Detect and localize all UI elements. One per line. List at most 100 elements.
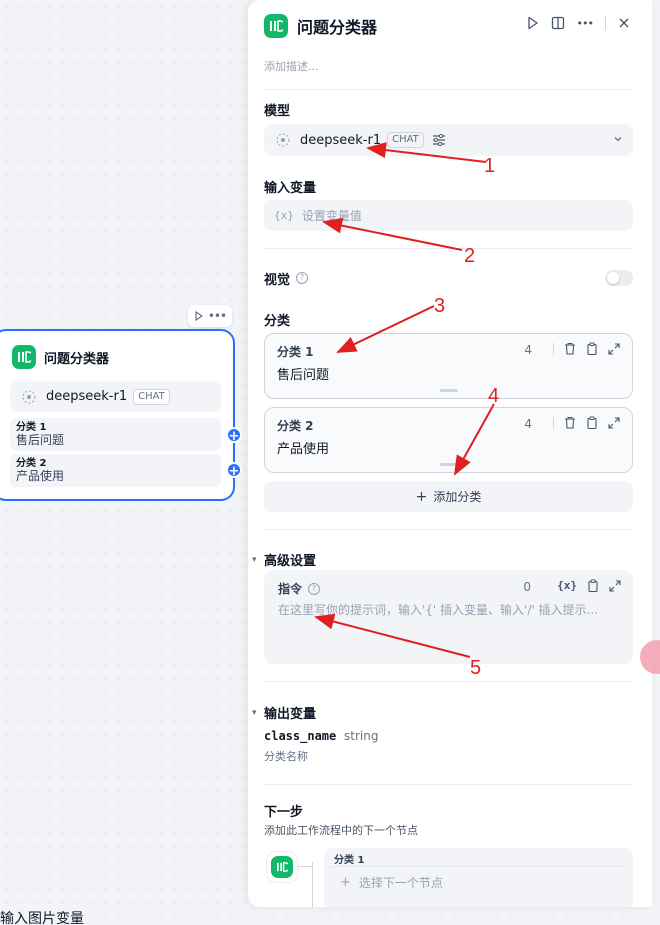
node-class-value: 产品使用 [16, 469, 65, 483]
instruction-placeholder: 在这里写你的提示词，输入'{' 插入变量、输入'/' 插入提示... [278, 603, 598, 617]
next-step-branch: 分类 1 + 选择下一个节点 [324, 848, 633, 907]
plus-icon: + [340, 875, 351, 890]
help-icon[interactable]: ? [296, 272, 309, 284]
node-settings-panel: 问题分类器 ••• 添加描述... 模型 deepseek-r1 CHAT 输入… [248, 0, 652, 907]
node-class-item: 分类 1 售后问题 [10, 418, 221, 451]
advanced-settings-label: 高级设置 [264, 554, 317, 569]
trash-icon[interactable] [564, 416, 576, 429]
select-next-node-button[interactable]: + 选择下一个节点 [326, 866, 630, 898]
instruction-label: 指令 [278, 582, 303, 596]
add-branch-handle-1[interactable]: + [226, 427, 242, 444]
expand-icon[interactable] [608, 416, 620, 429]
input-variable-field[interactable]: {x} 设置变量值 [264, 200, 633, 231]
more-icon[interactable]: ••• [577, 17, 594, 30]
class-value[interactable]: 产品使用 [277, 438, 329, 457]
output-variables-label: 输出变量 [264, 707, 317, 722]
tool-divider [553, 342, 554, 355]
trash-icon[interactable] [564, 342, 576, 355]
model-section-label: 模型 [264, 104, 291, 119]
copy-icon[interactable] [586, 416, 598, 429]
split-view-icon[interactable] [551, 16, 565, 30]
canvas-bottom-label: 输入图片变量 [0, 911, 84, 925]
run-icon[interactable] [527, 16, 539, 30]
close-icon[interactable] [618, 17, 630, 29]
node-class-value: 售后问题 [16, 433, 65, 447]
node-model-name: deepseek-r1 [46, 389, 128, 404]
divider [264, 681, 633, 682]
panel-actions: ••• [527, 16, 630, 30]
node-model-chip: deepseek-r1 CHAT [10, 381, 221, 412]
divider [264, 89, 633, 90]
add-branch-handle-2[interactable]: + [226, 462, 242, 479]
tool-divider [553, 416, 554, 429]
resize-handle[interactable] [440, 389, 458, 392]
next-step-title: 下一步 [264, 805, 304, 820]
add-class-label: 添加分类 [433, 490, 482, 504]
model-icon [276, 133, 290, 147]
vision-row: 视觉 ? [264, 269, 633, 288]
output-variable-name: class_name [264, 729, 337, 743]
next-step-desc: 添加此工作流程中的下一个节点 [264, 824, 418, 837]
model-params-icon[interactable] [432, 134, 446, 146]
node-header: 问题分类器 [0, 331, 233, 369]
vision-toggle[interactable] [605, 270, 633, 286]
node-class-item: 分类 2 产品使用 [10, 454, 221, 487]
question-classifier-node[interactable]: 问题分类器 deepseek-r1 CHAT 分类 1 售后问题 分类 2 产品… [0, 329, 235, 501]
classes-label: 分类 [264, 314, 291, 329]
classifier-icon [264, 14, 288, 38]
model-name: deepseek-r1 [300, 132, 382, 148]
vision-label: 视觉 [264, 272, 291, 288]
classifier-icon [271, 856, 293, 878]
node-title: 问题分类器 [44, 351, 110, 367]
expand-icon[interactable] [609, 579, 621, 592]
chevron-down-icon: ▾ [252, 707, 257, 718]
output-variable-type: string [344, 729, 379, 743]
class-char-count: 4 [524, 417, 532, 431]
instruction-char-count: 0 [523, 580, 531, 594]
plus-icon: + [415, 488, 428, 505]
more-icon[interactable]: ••• [208, 309, 227, 323]
panel-title[interactable]: 问题分类器 [297, 14, 377, 38]
advanced-settings-toggle[interactable]: ▾ 高级设置 [252, 550, 316, 569]
insert-variable-icon[interactable]: {x} [557, 579, 577, 592]
description-input[interactable]: 添加描述... [264, 58, 319, 74]
add-class-button[interactable]: + 添加分类 [264, 481, 633, 512]
classifier-icon [12, 345, 36, 369]
help-icon[interactable]: ? [308, 582, 321, 595]
select-next-node-label: 选择下一个节点 [358, 876, 443, 890]
class-tools [553, 342, 620, 355]
divider [264, 529, 633, 530]
panel-header: 问题分类器 [264, 14, 377, 38]
divider [264, 248, 633, 249]
branch-connector [298, 866, 312, 867]
class-label: 分类 2 [277, 419, 314, 433]
model-icon [22, 390, 36, 403]
input-variable-placeholder: 设置变量值 [301, 209, 362, 223]
chevron-down-icon [614, 137, 622, 142]
class-char-count: 4 [524, 343, 532, 357]
copy-icon[interactable] [586, 342, 598, 355]
class-card-2[interactable]: 分类 2 产品使用 4 [264, 407, 633, 473]
play-icon[interactable] [194, 311, 204, 321]
class-label: 分类 1 [277, 345, 314, 359]
branch-label: 分类 1 [334, 855, 365, 866]
chevron-down-icon: ▾ [252, 554, 257, 565]
instruction-editor[interactable]: 指令 ? 0 {x} 在这里写你的提示词，输入'{' 插入变量、输入'/' 插入… [264, 570, 633, 664]
model-badge: CHAT [387, 132, 424, 148]
branch-connector [312, 862, 313, 907]
output-variables-toggle[interactable]: ▾ 输出变量 [252, 703, 316, 722]
expand-icon[interactable] [608, 342, 620, 355]
divider [264, 784, 633, 785]
instruction-tools: {x} [557, 579, 621, 592]
output-variable-desc: 分类名称 [264, 750, 308, 763]
node-model-badge: CHAT [133, 388, 170, 405]
current-node-icon [266, 851, 298, 883]
model-selector[interactable]: deepseek-r1 CHAT [264, 124, 633, 156]
class-card-1[interactable]: 分类 1 售后问题 4 [264, 333, 633, 399]
class-value[interactable]: 售后问题 [277, 364, 329, 383]
input-variable-label: 输入变量 [264, 181, 317, 196]
instruction-header: 指令 ? [278, 580, 321, 597]
node-toolbar: ••• [188, 305, 232, 327]
copy-icon[interactable] [587, 579, 599, 592]
resize-handle[interactable] [440, 463, 458, 466]
